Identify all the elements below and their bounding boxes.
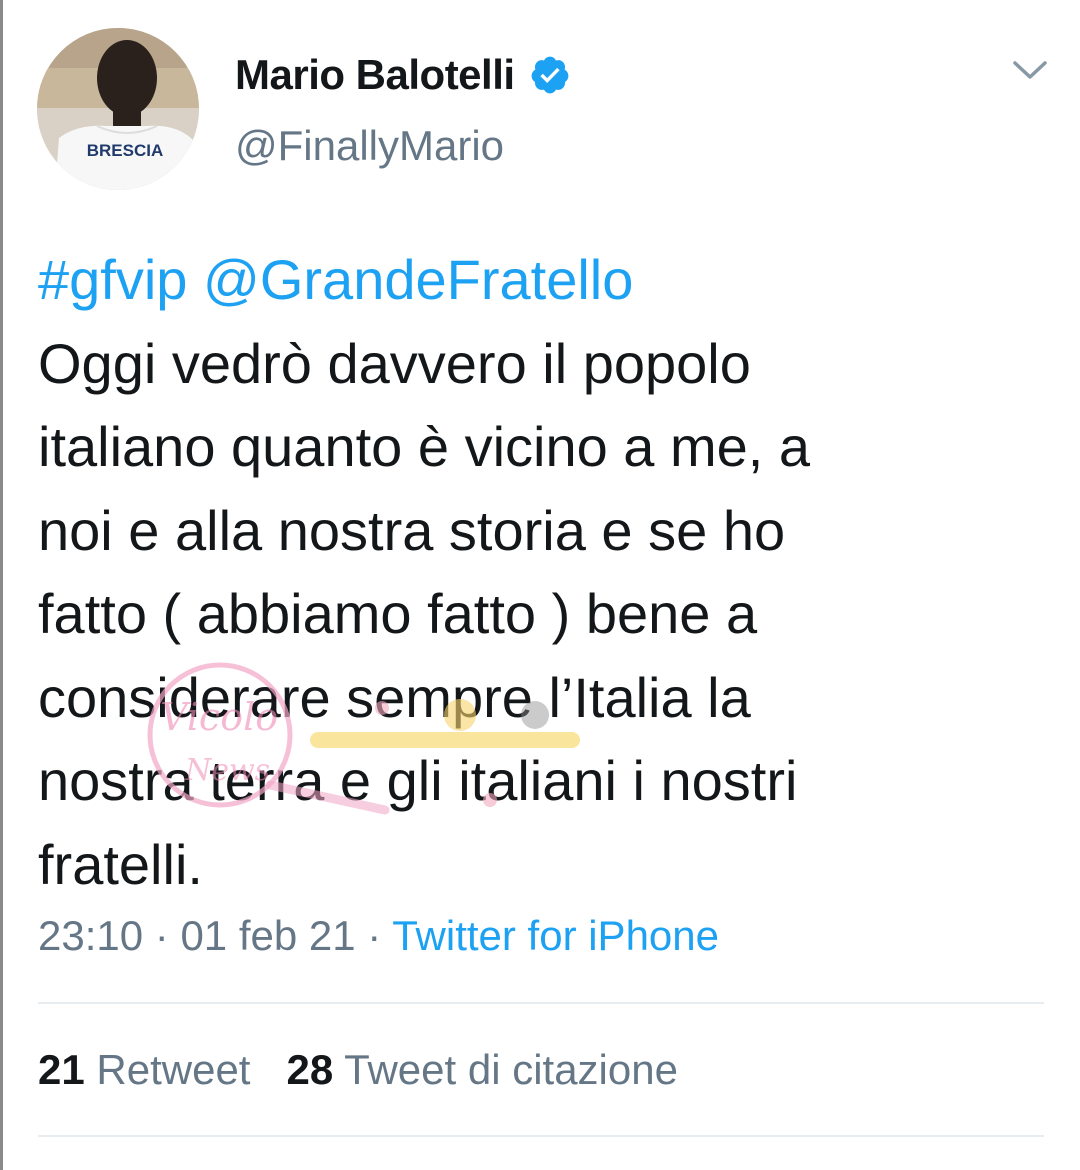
verified-badge-icon [529, 54, 571, 96]
user-handle[interactable]: @FinallyMario [235, 122, 504, 170]
tweet-line: noi e alla nostra storia e se ho [38, 498, 786, 562]
tweet-line: nostra terra e gli italiani i nostri [38, 749, 798, 812]
hashtag-link[interactable]: #gfvip [38, 248, 187, 311]
chevron-down-icon[interactable] [1009, 55, 1051, 85]
screen-edge [0, 0, 3, 1170]
meta-separator: · [355, 912, 393, 959]
tweet-stats: 21 Retweet 28 Tweet di citazione [38, 1046, 714, 1094]
mention-link[interactable]: @GrandeFratello [203, 248, 633, 311]
quote-tweets-label: Tweet di citazione [344, 1046, 678, 1093]
divider [38, 1002, 1044, 1004]
avatar-jersey-text: BRESCIA [87, 141, 164, 160]
tweet-line: Oggi vedrò davvero il popolo [38, 331, 751, 395]
retweets-count: 21 [38, 1046, 85, 1093]
retweets-stat[interactable]: 21 Retweet [38, 1046, 250, 1094]
avatar-image: BRESCIA [37, 28, 199, 190]
display-name[interactable]: Mario Balotelli [235, 51, 515, 99]
tweet-meta: 23:10 · 01 feb 21 · Twitter for iPhone [38, 912, 719, 960]
tweet-line: fatto ( abbiamo fatto ) bene a [38, 582, 758, 645]
divider [38, 1135, 1044, 1137]
quote-tweets-stat[interactable]: 28 Tweet di citazione [286, 1046, 678, 1094]
tweet-links-line: #gfvip @GrandeFratello [38, 238, 1048, 322]
avatar[interactable]: BRESCIA [37, 28, 199, 190]
retweets-label: Retweet [96, 1046, 251, 1093]
tweet-line: fratelli. [38, 832, 203, 896]
meta-separator: · [143, 912, 181, 959]
quote-tweets-count: 28 [286, 1046, 334, 1093]
tweet-date: 01 feb 21 [180, 912, 356, 959]
user-name-row[interactable]: Mario Balotelli [235, 45, 571, 105]
tweet-time: 23:10 [38, 912, 144, 959]
tweet-line: italiano quanto è vicino a me, a [38, 415, 811, 478]
tweet-source-link[interactable]: Twitter for iPhone [392, 912, 719, 959]
tweet-line: considerare sempre l’Italia la [38, 665, 751, 729]
tweet-text: #gfvip @GrandeFratello Oggi vedrò davver… [38, 238, 1048, 906]
